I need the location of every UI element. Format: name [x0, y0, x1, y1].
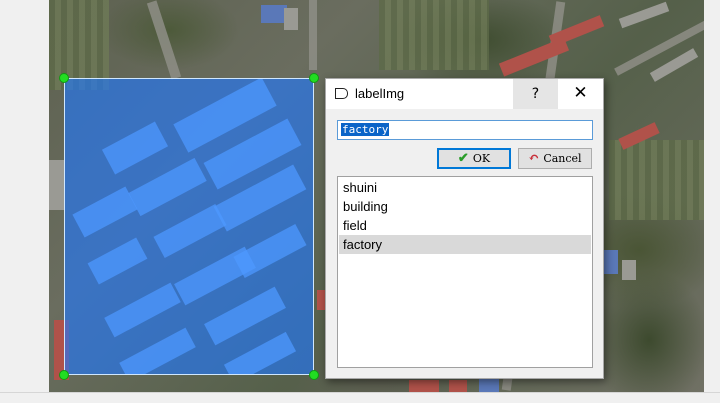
label-input-text: factory: [341, 123, 390, 136]
close-button[interactable]: ✕: [558, 79, 603, 109]
label-input[interactable]: factory: [337, 120, 593, 140]
label-tag-icon: [335, 88, 348, 99]
dialog-titlebar[interactable]: labelImg ? ✕: [326, 79, 603, 109]
help-button[interactable]: ?: [513, 79, 558, 109]
cancel-button[interactable]: ↶ Cancel: [518, 148, 592, 169]
label-list-item[interactable]: building: [339, 197, 591, 216]
label-list-item[interactable]: field: [339, 216, 591, 235]
undo-arrow-icon: ↶: [528, 151, 540, 166]
annotation-bounding-box[interactable]: [64, 78, 314, 375]
bbox-handle-top-right[interactable]: [309, 73, 319, 83]
ok-button-label: OK: [472, 152, 491, 165]
right-panel-edge: [704, 0, 720, 392]
left-panel-edge: [0, 0, 49, 392]
bbox-handle-bottom-left[interactable]: [59, 370, 69, 380]
check-icon: ✔: [457, 151, 469, 166]
label-list[interactable]: shuini building field factory: [337, 176, 593, 368]
labelimg-window: labelImg ? ✕ factory ✔ OK ↶ Cancel shuin…: [0, 0, 720, 403]
label-list-item-selected[interactable]: factory: [339, 235, 591, 254]
ok-button[interactable]: ✔ OK: [437, 148, 511, 169]
status-bar: [0, 392, 720, 403]
label-list-item[interactable]: shuini: [339, 178, 591, 197]
dialog-title: labelImg: [355, 86, 405, 101]
bbox-handle-top-left[interactable]: [59, 73, 69, 83]
cancel-button-label: Cancel: [543, 152, 582, 165]
label-dialog: labelImg ? ✕ factory ✔ OK ↶ Cancel shuin…: [325, 78, 604, 379]
bbox-handle-bottom-right[interactable]: [309, 370, 319, 380]
